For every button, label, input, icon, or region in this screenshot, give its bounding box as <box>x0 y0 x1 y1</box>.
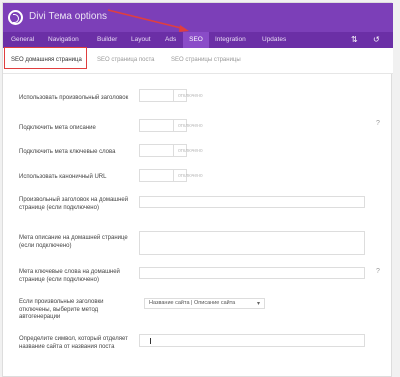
annotation-arrow <box>107 9 189 32</box>
